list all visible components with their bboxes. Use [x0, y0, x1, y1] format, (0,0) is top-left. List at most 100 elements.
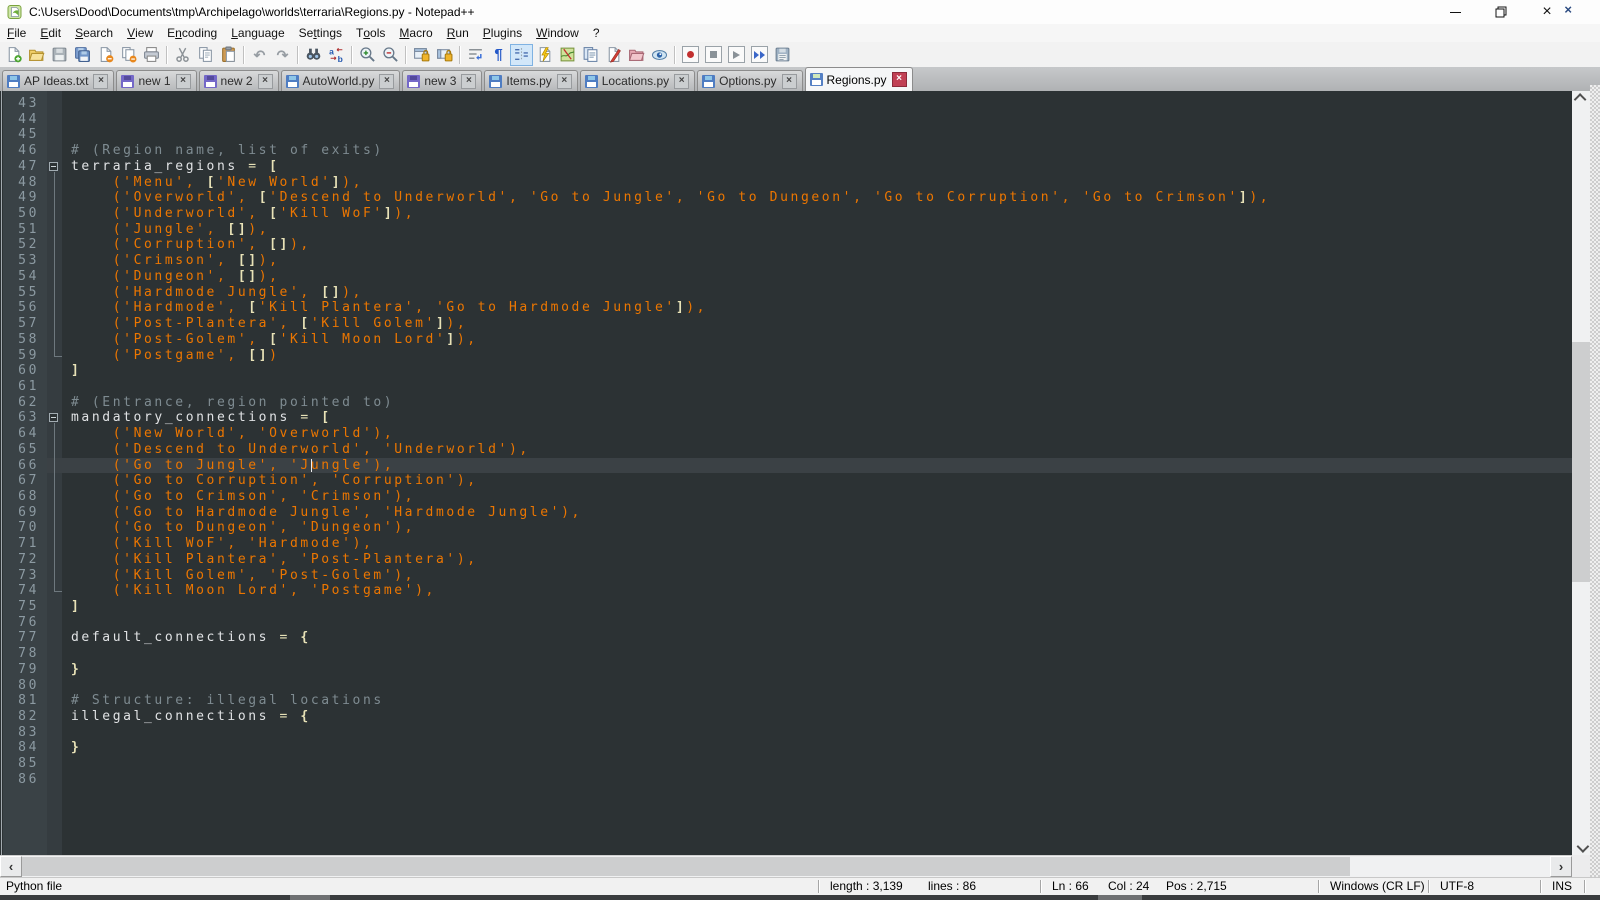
menu-item-plugins[interactable]: Plugins — [476, 24, 529, 42]
code-line[interactable]: 51 ('Jungle', []), — [3, 222, 1572, 238]
show-indent-guide-button[interactable] — [510, 44, 533, 66]
macro-stop-button[interactable] — [702, 44, 725, 66]
show-all-characters-button[interactable]: ¶ — [487, 44, 510, 66]
code-line[interactable]: 76 — [3, 615, 1572, 631]
print-button[interactable] — [140, 44, 163, 66]
tab-new-3[interactable]: new 3× — [402, 70, 482, 91]
undo-button[interactable]: ↶ — [248, 44, 271, 66]
tab-close-icon[interactable]: × — [258, 74, 273, 89]
fold-marker[interactable] — [47, 253, 62, 269]
fold-marker[interactable] — [47, 410, 62, 426]
code-line[interactable]: 45 — [3, 127, 1572, 143]
code-line[interactable]: 44 — [3, 112, 1572, 128]
code-line[interactable]: 78 — [3, 646, 1572, 662]
code-line[interactable]: 72 ('Kill Plantera', 'Post-Plantera'), — [3, 552, 1572, 568]
macro-run-multiple-button[interactable] — [748, 44, 771, 66]
menu-item-run[interactable]: Run — [440, 24, 476, 42]
fold-marker[interactable] — [47, 269, 62, 285]
code-line[interactable]: 55 ('Hardmode Jungle', []), — [3, 285, 1572, 301]
sync-vertical-scroll-button[interactable] — [410, 44, 433, 66]
code-line[interactable]: 85 — [3, 756, 1572, 772]
menu-item-macro[interactable]: Macro — [392, 24, 439, 42]
tab-new-2[interactable]: new 2× — [199, 70, 279, 91]
code-line[interactable]: 77default_connections = { — [3, 630, 1572, 646]
code-line[interactable]: 62# (Entrance, region pointed to) — [3, 395, 1572, 411]
fold-marker[interactable] — [47, 552, 62, 568]
fold-marker[interactable] — [47, 222, 62, 238]
tab-new-1[interactable]: new 1× — [116, 70, 196, 91]
replace-button[interactable]: ab — [325, 44, 348, 66]
folder-as-workspace-button[interactable] — [625, 44, 648, 66]
tab-close-icon[interactable]: × — [782, 74, 797, 89]
menu-item-settings[interactable]: Settings — [292, 24, 349, 42]
menu-item-encoding[interactable]: Encoding — [160, 24, 224, 42]
find-button[interactable] — [302, 44, 325, 66]
tab-close-icon[interactable]: × — [379, 74, 394, 89]
code-line[interactable]: 61 — [3, 379, 1572, 395]
code-line[interactable]: 48 ('Menu', ['New World']), — [3, 175, 1572, 191]
code-line[interactable]: 47terraria_regions = [ — [3, 159, 1572, 175]
define-language-button[interactable] — [602, 44, 625, 66]
fold-marker[interactable] — [47, 348, 62, 364]
fold-marker[interactable] — [47, 237, 62, 253]
menu-item-search[interactable]: Search — [68, 24, 120, 42]
code-line[interactable]: 79} — [3, 662, 1572, 678]
tab-items-py[interactable]: Items.py× — [484, 70, 577, 91]
code-line[interactable]: 60] — [3, 363, 1572, 379]
code-line[interactable]: 83 — [3, 725, 1572, 741]
menu-item-tools[interactable]: Tools — [349, 24, 392, 42]
fold-marker[interactable] — [47, 583, 62, 599]
macro-play-button[interactable] — [725, 44, 748, 66]
code-line[interactable]: 46# (Region name, list of exits) — [3, 143, 1572, 159]
code-line[interactable]: 50 ('Underworld', ['Kill WoF']), — [3, 206, 1572, 222]
tab-close-icon[interactable]: × — [674, 74, 689, 89]
horizontal-scrollbar-thumb[interactable] — [22, 857, 1350, 876]
macro-record-button[interactable] — [679, 44, 702, 66]
fold-marker[interactable] — [47, 300, 62, 316]
function-list-button[interactable] — [579, 44, 602, 66]
fold-marker[interactable] — [47, 332, 62, 348]
fold-marker[interactable] — [47, 458, 62, 474]
fold-marker[interactable] — [47, 442, 62, 458]
status-insert-mode[interactable]: INS — [1552, 879, 1572, 893]
code-line[interactable]: 54 ('Dungeon', []), — [3, 269, 1572, 285]
fold-marker[interactable] — [47, 190, 62, 206]
code-line[interactable]: 53 ('Crimson', []), — [3, 253, 1572, 269]
macro-save-button[interactable] — [771, 44, 794, 66]
code-line[interactable]: 56 ('Hardmode', ['Kill Plantera', 'Go to… — [3, 300, 1572, 316]
paste-button[interactable] — [217, 44, 240, 66]
menu-item-edit[interactable]: Edit — [33, 24, 68, 42]
restore-button[interactable] — [1478, 0, 1524, 24]
cut-button[interactable] — [171, 44, 194, 66]
zoom-out-button[interactable] — [379, 44, 402, 66]
tab-close-icon[interactable]: × — [93, 74, 108, 89]
new-file-button[interactable] — [2, 44, 25, 66]
fold-marker[interactable] — [47, 175, 62, 191]
scroll-left-button[interactable]: ‹ — [0, 856, 22, 877]
code-line[interactable]: 52 ('Corruption', []), — [3, 237, 1572, 253]
fold-marker[interactable] — [47, 159, 62, 175]
status-encoding[interactable]: UTF-8 — [1440, 879, 1474, 893]
code-line[interactable]: 73 ('Kill Golem', 'Post-Golem'), — [3, 568, 1572, 584]
fold-marker[interactable] — [47, 316, 62, 332]
code-line[interactable]: 70 ('Go to Dungeon', 'Dungeon'), — [3, 520, 1572, 536]
save-all-button[interactable] — [71, 44, 94, 66]
status-eol-format[interactable]: Windows (CR LF) — [1330, 879, 1425, 893]
sync-horizontal-scroll-button[interactable] — [433, 44, 456, 66]
code-line[interactable]: 65 ('Descend to Underworld', 'Underworld… — [3, 442, 1572, 458]
scroll-right-button[interactable]: › — [1550, 856, 1572, 877]
code-line[interactable]: 74 ('Kill Moon Lord', 'Postgame'), — [3, 583, 1572, 599]
tab-close-icon[interactable]: × — [176, 74, 191, 89]
menu-item-language[interactable]: Language — [224, 24, 291, 42]
menu-item-file[interactable]: File — [0, 24, 33, 42]
code-line[interactable]: 68 ('Go to Crimson', 'Crimson'), — [3, 489, 1572, 505]
scroll-up-button[interactable] — [1572, 91, 1590, 108]
tab-close-icon[interactable]: × — [892, 72, 907, 87]
code-line[interactable]: 67 ('Go to Corruption', 'Corruption'), — [3, 473, 1572, 489]
fold-marker[interactable] — [47, 285, 62, 301]
scroll-down-button[interactable] — [1572, 838, 1590, 855]
tab-options-py[interactable]: Options.py× — [697, 70, 802, 91]
fold-marker[interactable] — [47, 473, 62, 489]
code-line[interactable]: 63mandatory_connections = [ — [3, 410, 1572, 426]
document-map-button[interactable] — [556, 44, 579, 66]
